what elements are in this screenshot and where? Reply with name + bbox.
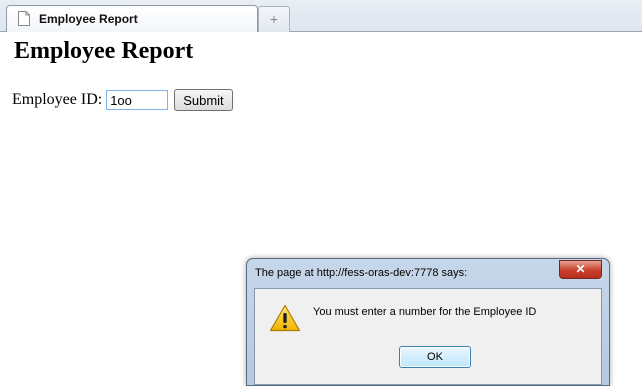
close-button[interactable]: ✕: [559, 260, 602, 279]
employee-id-label: Employee ID:: [12, 91, 103, 108]
browser-tab[interactable]: Employee Report: [6, 5, 258, 32]
alert-dialog: The page at http://fess-oras-dev:7778 sa…: [246, 258, 610, 386]
dialog-message: You must enter a number for the Employee…: [313, 306, 537, 318]
browser-tab-strip: Employee Report +: [0, 0, 642, 32]
ok-button[interactable]: OK: [399, 346, 471, 368]
submit-button[interactable]: Submit: [174, 89, 233, 111]
warning-icon: [269, 304, 301, 332]
dialog-body: You must enter a number for the Employee…: [254, 288, 602, 385]
new-tab-button[interactable]: +: [258, 6, 290, 32]
employee-form: Employee ID: Submit: [12, 88, 233, 112]
plus-icon: +: [269, 11, 279, 27]
dialog-title: The page at http://fess-oras-dev:7778 sa…: [255, 267, 468, 279]
page-title: Employee Report: [14, 38, 194, 64]
employee-id-input[interactable]: [106, 90, 169, 110]
page-icon: [18, 11, 30, 26]
close-icon: ✕: [575, 262, 586, 276]
tab-title: Employee Report: [39, 12, 138, 26]
